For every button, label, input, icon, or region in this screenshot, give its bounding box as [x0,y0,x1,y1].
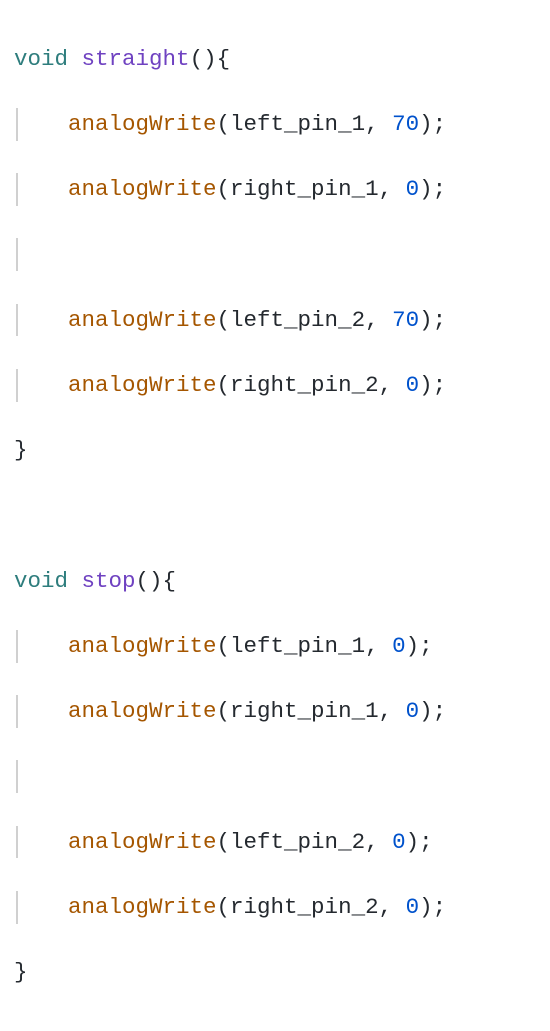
code-line: analogWrite(right_pin_2, 0); [14,891,540,924]
code-line: void straight(){ [14,43,540,76]
code-line: analogWrite(left_pin_1, 70); [14,108,540,141]
code-line-blank [14,760,540,793]
code-line: analogWrite(right_pin_1, 0); [14,695,540,728]
paren-open: (){ [136,568,177,594]
code-line: } [14,956,540,989]
num: 0 [406,894,420,920]
arg: left_pin_2 [230,829,365,855]
num: 0 [406,698,420,724]
code-line: analogWrite(right_pin_2, 0); [14,369,540,402]
call-name: analogWrite [68,894,217,920]
code-line: analogWrite(left_pin_2, 70); [14,304,540,337]
code-line: void stop(){ [14,565,540,598]
code-line: analogWrite(left_pin_2, 0); [14,826,540,859]
function-name: stop [82,568,136,594]
call-name: analogWrite [68,829,217,855]
num: 70 [392,307,419,333]
num: 70 [392,111,419,137]
code-line: } [14,434,540,467]
call-name: analogWrite [68,372,217,398]
code-line: analogWrite(left_pin_1, 0); [14,630,540,663]
paren-open: (){ [190,46,231,72]
call-name: analogWrite [68,698,217,724]
num: 0 [392,633,406,659]
code-line-blank [14,499,540,532]
keyword-void: void [14,568,68,594]
keyword-void: void [14,46,68,72]
arg: right_pin_1 [230,176,379,202]
code-block: void straight(){ analogWrite(left_pin_1,… [0,0,550,1031]
num: 0 [406,176,420,202]
code-line-blank [14,238,540,271]
call-name: analogWrite [68,633,217,659]
call-name: analogWrite [68,176,217,202]
code-line: analogWrite(right_pin_1, 0); [14,173,540,206]
arg: left_pin_1 [230,633,365,659]
arg: right_pin_1 [230,698,379,724]
call-name: analogWrite [68,307,217,333]
arg: left_pin_1 [230,111,365,137]
num: 0 [406,372,420,398]
function-name: straight [82,46,190,72]
num: 0 [392,829,406,855]
arg: right_pin_2 [230,372,379,398]
call-name: analogWrite [68,111,217,137]
arg: left_pin_2 [230,307,365,333]
arg: right_pin_2 [230,894,379,920]
